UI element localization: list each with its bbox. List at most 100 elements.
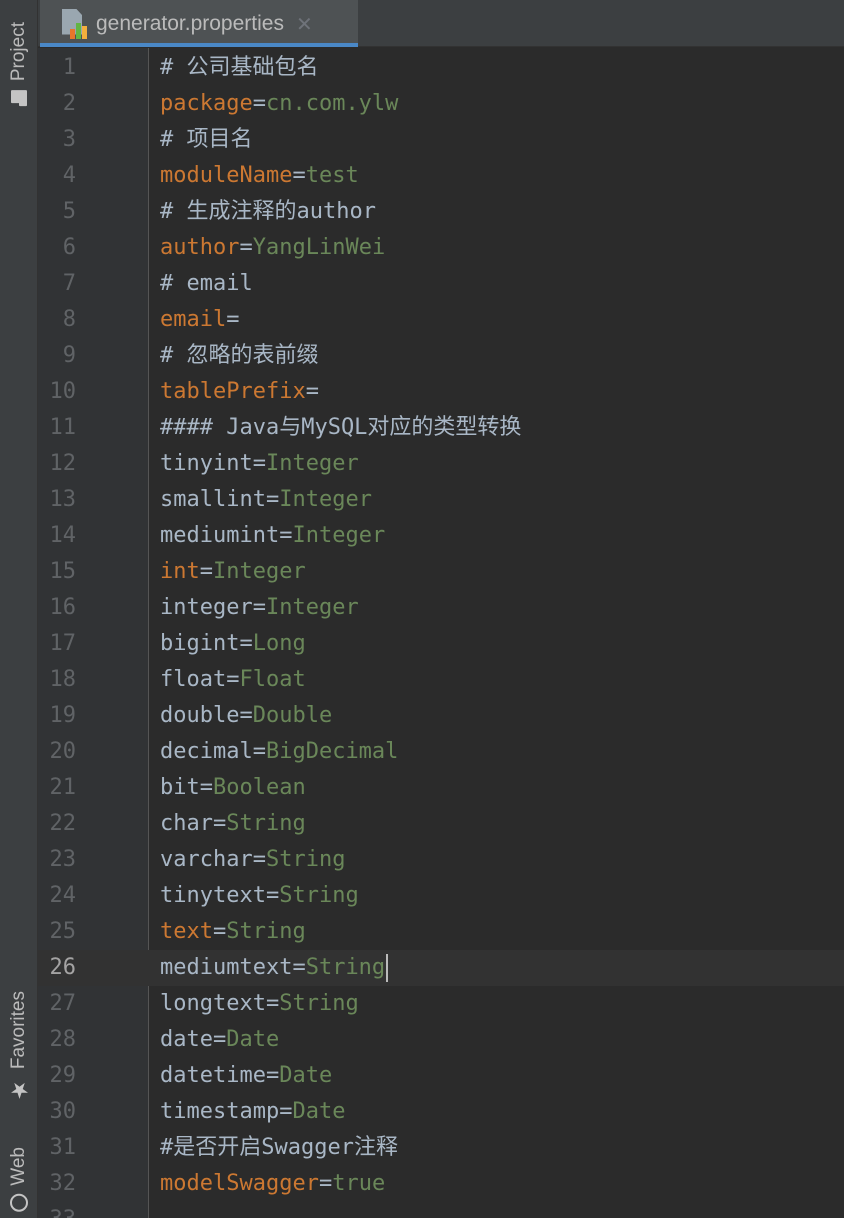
code-line[interactable]: 28 date=Date [38,1022,844,1058]
code-line[interactable]: 20 decimal=BigDecimal [38,734,844,770]
code-editor[interactable]: 1 # 公司基础包名 2 package=cn.com.ylw 3 # 项目名 4 modul… [38,48,844,1218]
line-content: email= [160,302,239,338]
property-value: Date [292,1099,346,1124]
line-content: float=Float [160,662,306,698]
code-line[interactable]: 9 # 忽略的表前缀 [38,338,844,374]
code-line[interactable]: 32 modelSwagger=true [38,1166,844,1202]
code-line[interactable]: 25 text=String [38,914,844,950]
code-line[interactable]: 8 email= [38,302,844,338]
code-line[interactable]: 16 integer=Integer [38,590,844,626]
code-line[interactable]: 7 # email [38,266,844,302]
code-line[interactable]: 19 double=Double [38,698,844,734]
code-line[interactable]: 18 float=Float [38,662,844,698]
equals-sign: = [292,163,306,188]
line-content: bit=Boolean [160,770,306,806]
close-icon[interactable]: ✕ [296,12,313,36]
line-content: package=cn.com.ylw [160,86,398,122]
code-line[interactable]: 4 moduleName=test [38,158,844,194]
code-line[interactable]: 13 smallint=Integer [38,482,844,518]
line-number: 10 [49,379,77,404]
property-key: bigint [160,631,240,656]
line-number: 20 [49,739,77,764]
code-line[interactable]: 10 tablePrefix= [38,374,844,410]
line-number: 25 [49,919,77,944]
favorites-tool-button[interactable]: ★ Favorites [0,972,38,1122]
property-value: YangLinWei [252,235,386,260]
line-number: 4 [62,163,76,188]
line-number: 33 [38,1202,77,1218]
code-line[interactable]: 27 longtext=String [38,986,844,1022]
comment-text: # 公司基础包名 [160,55,319,80]
favorites-label: Favorites [8,991,29,1070]
line-content: # 忽略的表前缀 [160,338,319,374]
code-line[interactable]: 5 # 生成注释的author [38,194,844,230]
comment-text: # 项目名 [160,127,253,152]
line-number: 1 [62,55,76,80]
code-line[interactable]: 30 timestamp=Date [38,1094,844,1130]
line-content: modelSwagger=true [160,1166,385,1202]
code-line[interactable]: 24 tinytext=String [38,878,844,914]
line-number: 8 [62,307,76,332]
line-content: timestamp=Date [160,1094,345,1130]
line-number: 2 [62,91,76,116]
code-line[interactable]: 11 #### Java与MySQL对应的类型转换 [38,410,844,446]
property-value: String [265,847,346,872]
code-line[interactable]: 31 #是否开启Swagger注释 [38,1130,844,1166]
line-content: tablePrefix= [160,374,319,410]
project-tool-button[interactable]: Project [0,6,38,124]
equals-sign: = [252,739,266,764]
equals-sign: = [212,1027,227,1052]
web-label: Web [8,1146,29,1186]
equals-sign: = [199,559,213,584]
code-line[interactable]: 12 tinyint=Integer [38,446,844,482]
line-number: 22 [49,811,77,836]
code-line[interactable]: 21 bit=Boolean [38,770,844,806]
line-number: 26 [49,955,77,980]
code-line[interactable]: 6 author=YangLinWei [38,230,844,266]
code-line[interactable]: 14 mediumint=Integer [38,518,844,554]
property-value: Boolean [213,775,306,800]
equals-sign: = [226,667,240,692]
line-content: # 生成注释的author [160,194,376,230]
property-value: String [279,991,359,1016]
property-key: moduleName [160,163,293,188]
line-content: text=String [160,914,306,950]
code-line[interactable]: 3 # 项目名 [38,122,844,158]
line-content: varchar=String [160,842,345,878]
code-line[interactable]: 33 [38,1202,844,1218]
equals-sign: = [279,523,293,548]
comment-text: #### Java与MySQL对应的类型转换 [160,415,522,440]
line-content: #### Java与MySQL对应的类型转换 [160,410,521,446]
equals-sign: = [239,631,253,656]
property-key: tinytext [160,883,266,908]
code-line[interactable]: 22 char=String [38,806,844,842]
ide-window: Project ★ Favorites Web generator.proper… [0,0,844,1218]
property-value: cn.com.ylw [265,91,399,116]
tab-generator-properties[interactable]: generator.properties ✕ [40,0,358,47]
line-content: mediumtext=String [160,950,389,986]
equals-sign: = [252,847,266,872]
property-value: test [305,163,359,188]
line-number: 9 [62,343,76,368]
equals-sign: = [252,451,266,476]
property-key: bit [160,775,200,800]
code-line[interactable]: 15 int=Integer [38,554,844,590]
code-line[interactable]: 17 bigint=Long [38,626,844,662]
line-number: 16 [49,595,77,620]
line-number: 17 [49,631,77,656]
line-number: 30 [49,1099,77,1124]
web-tool-button[interactable]: Web [0,1140,38,1218]
code-line[interactable]: 23 varchar=String [38,842,844,878]
line-number: 29 [49,1063,77,1088]
code-line[interactable]: 1 # 公司基础包名 [38,50,844,86]
tool-window-strip: Project ★ Favorites Web [0,0,38,1218]
code-line[interactable]: 2 package=cn.com.ylw [38,86,844,122]
editor-tab-bar: generator.properties ✕ [38,0,844,47]
code-line[interactable]: 26 mediumtext=String [38,950,844,986]
equals-sign: = [265,487,280,512]
code-line[interactable]: 29 datetime=Date [38,1058,844,1094]
property-key: mediumint [160,523,280,548]
code-lines: 1 # 公司基础包名 2 package=cn.com.ylw 3 # 项目名 4 modul… [38,50,844,1218]
property-key: package [160,91,253,116]
property-value: Date [279,1063,333,1088]
